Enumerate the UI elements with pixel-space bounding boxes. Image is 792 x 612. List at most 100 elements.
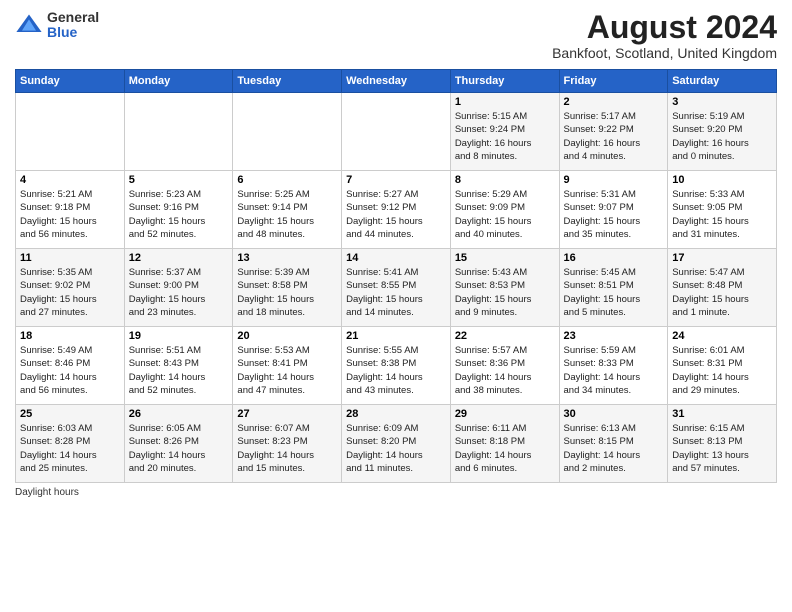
calendar-cell: 3 Sunrise: 5:19 AM Sunset: 9:20 PM Daylig… (668, 93, 777, 171)
calendar-cell: 29 Sunrise: 6:11 AM Sunset: 8:18 PM Dayli… (450, 405, 559, 483)
calendar-cell (233, 93, 342, 171)
weekday-header: Friday (559, 70, 668, 93)
day-detail: Sunrise: 5:47 AM Sunset: 8:48 PM Dayligh… (672, 266, 772, 319)
calendar-table: SundayMondayTuesdayWednesdayThursdayFrid… (15, 69, 777, 483)
day-detail: Sunrise: 6:13 AM Sunset: 8:15 PM Dayligh… (564, 422, 664, 475)
day-number: 9 (564, 174, 664, 186)
calendar-cell: 1 Sunrise: 5:15 AM Sunset: 9:24 PM Daylig… (450, 93, 559, 171)
day-detail: Sunrise: 5:55 AM Sunset: 8:38 PM Dayligh… (346, 344, 446, 397)
weekday-header: Tuesday (233, 70, 342, 93)
calendar-cell: 7 Sunrise: 5:27 AM Sunset: 9:12 PM Daylig… (342, 171, 451, 249)
day-detail: Sunrise: 5:59 AM Sunset: 8:33 PM Dayligh… (564, 344, 664, 397)
day-number: 2 (564, 96, 664, 108)
day-detail: Sunrise: 5:35 AM Sunset: 9:02 PM Dayligh… (20, 266, 120, 319)
calendar-cell: 6 Sunrise: 5:25 AM Sunset: 9:14 PM Daylig… (233, 171, 342, 249)
day-number: 27 (237, 408, 337, 420)
calendar-cell: 25 Sunrise: 6:03 AM Sunset: 8:28 PM Dayli… (16, 405, 125, 483)
logo-text: General Blue (47, 10, 99, 41)
day-detail: Sunrise: 5:37 AM Sunset: 9:00 PM Dayligh… (129, 266, 229, 319)
day-number: 8 (455, 174, 555, 186)
calendar-cell: 14Sunrise: 5:41 AM Sunset: 8:55 PM Dayli… (342, 249, 451, 327)
day-detail: Sunrise: 5:43 AM Sunset: 8:53 PM Dayligh… (455, 266, 555, 319)
calendar-cell: 4Sunrise: 5:21 AM Sunset: 9:18 PM Daylig… (16, 171, 125, 249)
day-detail: Sunrise: 5:27 AM Sunset: 9:12 PM Dayligh… (346, 188, 446, 241)
calendar-week-row: 25 Sunrise: 6:03 AM Sunset: 8:28 PM Dayli… (16, 405, 777, 483)
calendar-week-row: 4Sunrise: 5:21 AM Sunset: 9:18 PM Daylig… (16, 171, 777, 249)
calendar-cell: 31Sunrise: 6:15 AM Sunset: 8:13 PM Dayli… (668, 405, 777, 483)
calendar-cell: 27 Sunrise: 6:07 AM Sunset: 8:23 PM Dayli… (233, 405, 342, 483)
day-number: 1 (455, 96, 555, 108)
calendar-week-row: 11 Sunrise: 5:35 AM Sunset: 9:02 PM Dayli… (16, 249, 777, 327)
header: General Blue August 2024 Bankfoot, Scotl… (15, 10, 777, 61)
day-detail: Sunrise: 5:51 AM Sunset: 8:43 PM Dayligh… (129, 344, 229, 397)
calendar-cell (16, 93, 125, 171)
logo-icon (15, 11, 43, 39)
day-detail: Sunrise: 6:11 AM Sunset: 8:18 PM Dayligh… (455, 422, 555, 475)
calendar-cell (342, 93, 451, 171)
day-number: 30 (564, 408, 664, 420)
day-detail: Sunrise: 5:17 AM Sunset: 9:22 PM Dayligh… (564, 110, 664, 163)
day-number: 6 (237, 174, 337, 186)
day-number: 10 (672, 174, 772, 186)
footer: Daylight hours (15, 487, 777, 498)
calendar-cell: 22Sunrise: 5:57 AM Sunset: 8:36 PM Dayli… (450, 327, 559, 405)
day-number: 16 (564, 252, 664, 264)
calendar-cell: 16 Sunrise: 5:45 AM Sunset: 8:51 PM Dayli… (559, 249, 668, 327)
day-detail: Sunrise: 5:33 AM Sunset: 9:05 PM Dayligh… (672, 188, 772, 241)
day-detail: Sunrise: 5:53 AM Sunset: 8:41 PM Dayligh… (237, 344, 337, 397)
calendar-cell: 30 Sunrise: 6:13 AM Sunset: 8:15 PM Dayli… (559, 405, 668, 483)
day-detail: Sunrise: 5:49 AM Sunset: 8:46 PM Dayligh… (20, 344, 120, 397)
day-number: 25 (20, 408, 120, 420)
calendar-body: 1 Sunrise: 5:15 AM Sunset: 9:24 PM Daylig… (16, 93, 777, 483)
logo-general: General (47, 10, 99, 25)
day-number: 23 (564, 330, 664, 342)
calendar-cell: 5 Sunrise: 5:23 AM Sunset: 9:16 PM Daylig… (124, 171, 233, 249)
calendar-header: SundayMondayTuesdayWednesdayThursdayFrid… (16, 70, 777, 93)
day-detail: Sunrise: 5:15 AM Sunset: 9:24 PM Dayligh… (455, 110, 555, 163)
day-detail: Sunrise: 5:21 AM Sunset: 9:18 PM Dayligh… (20, 188, 120, 241)
day-detail: Sunrise: 5:39 AM Sunset: 8:58 PM Dayligh… (237, 266, 337, 319)
calendar-cell: 15 Sunrise: 5:43 AM Sunset: 8:53 PM Dayli… (450, 249, 559, 327)
day-number: 18 (20, 330, 120, 342)
day-number: 17 (672, 252, 772, 264)
calendar-subtitle: Bankfoot, Scotland, United Kingdom (552, 45, 777, 61)
calendar-cell: 19 Sunrise: 5:51 AM Sunset: 8:43 PM Dayli… (124, 327, 233, 405)
weekday-header: Saturday (668, 70, 777, 93)
day-detail: Sunrise: 5:45 AM Sunset: 8:51 PM Dayligh… (564, 266, 664, 319)
day-number: 11 (20, 252, 120, 264)
weekday-header: Monday (124, 70, 233, 93)
calendar-cell: 11 Sunrise: 5:35 AM Sunset: 9:02 PM Dayli… (16, 249, 125, 327)
daylight-label: Daylight hours (15, 487, 79, 498)
weekday-row: SundayMondayTuesdayWednesdayThursdayFrid… (16, 70, 777, 93)
calendar-week-row: 1 Sunrise: 5:15 AM Sunset: 9:24 PM Daylig… (16, 93, 777, 171)
day-detail: Sunrise: 6:07 AM Sunset: 8:23 PM Dayligh… (237, 422, 337, 475)
day-detail: Sunrise: 5:19 AM Sunset: 9:20 PM Dayligh… (672, 110, 772, 163)
day-number: 22 (455, 330, 555, 342)
calendar-cell: 10 Sunrise: 5:33 AM Sunset: 9:05 PM Dayli… (668, 171, 777, 249)
day-detail: Sunrise: 6:05 AM Sunset: 8:26 PM Dayligh… (129, 422, 229, 475)
calendar-cell: 21 Sunrise: 5:55 AM Sunset: 8:38 PM Dayli… (342, 327, 451, 405)
day-detail: Sunrise: 6:01 AM Sunset: 8:31 PM Dayligh… (672, 344, 772, 397)
weekday-header: Wednesday (342, 70, 451, 93)
day-detail: Sunrise: 6:03 AM Sunset: 8:28 PM Dayligh… (20, 422, 120, 475)
day-number: 19 (129, 330, 229, 342)
calendar-cell: 2 Sunrise: 5:17 AM Sunset: 9:22 PM Daylig… (559, 93, 668, 171)
day-number: 3 (672, 96, 772, 108)
day-number: 12 (129, 252, 229, 264)
calendar-cell (124, 93, 233, 171)
calendar-week-row: 18 Sunrise: 5:49 AM Sunset: 8:46 PM Dayli… (16, 327, 777, 405)
day-number: 5 (129, 174, 229, 186)
day-number: 29 (455, 408, 555, 420)
page: General Blue August 2024 Bankfoot, Scotl… (0, 0, 792, 612)
day-number: 14 (346, 252, 446, 264)
day-detail: Sunrise: 5:25 AM Sunset: 9:14 PM Dayligh… (237, 188, 337, 241)
calendar-cell: 20Sunrise: 5:53 AM Sunset: 8:41 PM Dayli… (233, 327, 342, 405)
day-detail: Sunrise: 6:09 AM Sunset: 8:20 PM Dayligh… (346, 422, 446, 475)
calendar-cell: 24Sunrise: 6:01 AM Sunset: 8:31 PM Dayli… (668, 327, 777, 405)
calendar-cell: 8Sunrise: 5:29 AM Sunset: 9:09 PM Daylig… (450, 171, 559, 249)
calendar-cell: 18 Sunrise: 5:49 AM Sunset: 8:46 PM Dayli… (16, 327, 125, 405)
day-number: 7 (346, 174, 446, 186)
day-number: 15 (455, 252, 555, 264)
day-detail: Sunrise: 5:23 AM Sunset: 9:16 PM Dayligh… (129, 188, 229, 241)
day-number: 21 (346, 330, 446, 342)
